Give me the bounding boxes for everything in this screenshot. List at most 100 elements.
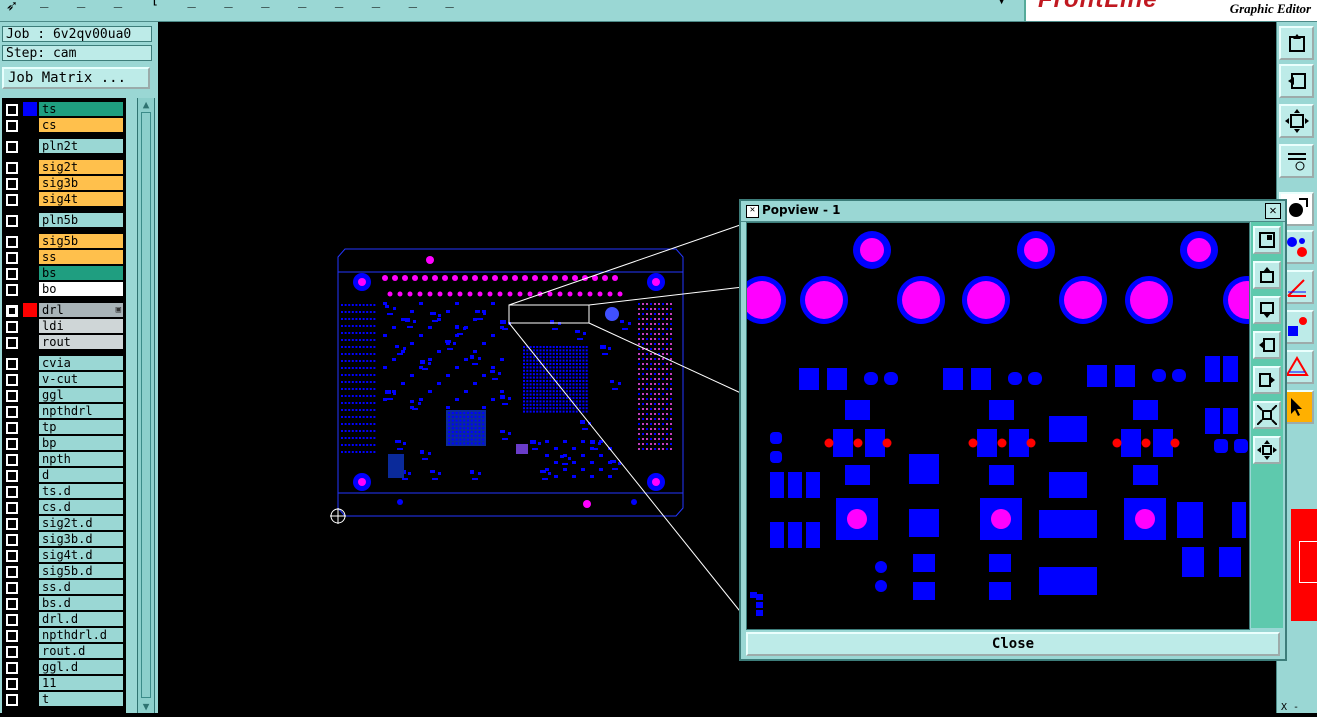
layer-name[interactable]: tp [39, 420, 123, 434]
layer-name[interactable]: cs.d [39, 500, 123, 514]
pointer-tool-icon[interactable]: ➶ [6, 0, 17, 17]
layer-row-bp[interactable]: bp [4, 435, 124, 451]
close-button[interactable]: Close [746, 632, 1280, 656]
layer-checkbox[interactable] [6, 268, 18, 280]
layer-checkbox[interactable] [6, 646, 18, 658]
layer-row-ss-d[interactable]: ss.d [4, 579, 124, 595]
layer-checkbox[interactable] [6, 284, 18, 296]
layer-checkbox[interactable] [6, 321, 18, 333]
layer-name[interactable]: ss.d [39, 580, 123, 594]
layer-name[interactable]: drl ▣ [39, 303, 123, 317]
layer-row-rout-d[interactable]: rout.d [4, 643, 124, 659]
layer-row-t[interactable]: t [4, 691, 124, 707]
zoom-home-button[interactable] [1279, 26, 1314, 60]
layer-checkbox[interactable] [6, 194, 18, 206]
popview-pan-left-button[interactable] [1253, 331, 1281, 359]
layer-row-11[interactable]: 11 [4, 675, 124, 691]
layer-name[interactable]: ggl [39, 388, 123, 402]
layer-checkbox[interactable] [6, 390, 18, 402]
layer-name[interactable]: pln2t [39, 139, 123, 153]
layer-color-swatch[interactable] [23, 102, 37, 116]
layer-row-sig5b-d[interactable]: sig5b.d [4, 563, 124, 579]
layer-row-rout[interactable]: rout [4, 334, 124, 350]
layer-checkbox[interactable] [6, 162, 18, 174]
layer-checkbox[interactable] [6, 374, 18, 386]
layer-name[interactable]: sig5b.d [39, 564, 123, 578]
layer-row-ss[interactable]: ss [4, 249, 124, 265]
window-menu-icon[interactable]: ✕ [746, 205, 759, 218]
layer-checkbox[interactable] [6, 614, 18, 626]
close-icon[interactable]: ✕ [1265, 203, 1281, 219]
layer-row-sig2t-d[interactable]: sig2t.d [4, 515, 124, 531]
layer-checkbox[interactable] [6, 422, 18, 434]
layer-checkbox[interactable] [6, 486, 18, 498]
layer-checkbox[interactable] [6, 406, 18, 418]
scroll-down-arrow-icon[interactable]: ▼ [140, 700, 152, 713]
layer-row-ldi[interactable]: ldi [4, 318, 124, 334]
layer-name[interactable]: npthdrl.d [39, 628, 123, 642]
popview-pan-up-button[interactable] [1253, 261, 1281, 289]
layer-list-scrollbar[interactable]: ▲ ▼ [137, 98, 155, 713]
layer-row-sig4t-d[interactable]: sig4t.d [4, 547, 124, 563]
layer-checkbox[interactable] [6, 534, 18, 546]
layer-checkbox[interactable] [6, 438, 18, 450]
layer-name[interactable]: ldi [39, 319, 123, 333]
layer-checkbox[interactable] [6, 141, 18, 153]
popview-zoom-out-button[interactable] [1253, 401, 1281, 429]
layer-row-npth[interactable]: npth [4, 451, 124, 467]
layer-color-swatch[interactable] [23, 303, 37, 317]
layer-row-ggl[interactable]: ggl [4, 387, 124, 403]
layer-checkbox[interactable] [6, 502, 18, 514]
layer-row-sig5b[interactable]: sig5b [4, 233, 124, 249]
layer-name[interactable]: 11 [39, 676, 123, 690]
layer-name[interactable]: v-cut [39, 372, 123, 386]
layer-name[interactable]: sig3b.d [39, 532, 123, 546]
layer-name[interactable]: cs [39, 118, 123, 132]
layer-checkbox[interactable] [6, 566, 18, 578]
zoomed-board-view[interactable] [747, 223, 1249, 629]
fit-view-button[interactable] [1279, 104, 1314, 138]
layer-name[interactable]: t [39, 692, 123, 706]
layer-name[interactable]: sig3b [39, 176, 123, 190]
layer-row-cvia[interactable]: cvia [4, 355, 124, 371]
layer-name[interactable]: ts [39, 102, 123, 116]
layer-checkbox[interactable] [6, 598, 18, 610]
layer-name[interactable]: bo [39, 282, 123, 296]
layer-checkbox[interactable] [6, 662, 18, 674]
measure-button[interactable] [1279, 144, 1314, 178]
layer-name[interactable]: ts.d [39, 484, 123, 498]
layer-checkbox[interactable] [6, 120, 18, 132]
layer-row-npthdrl-d[interactable]: npthdrl.d [4, 627, 124, 643]
layer-row-sig3b[interactable]: sig3b [4, 175, 124, 191]
layer-name[interactable]: bs.d [39, 596, 123, 610]
layer-row-drl[interactable]: drl ▣ [4, 302, 124, 318]
layer-name[interactable]: sig5b [39, 234, 123, 248]
layer-name[interactable]: cvia [39, 356, 123, 370]
zoom-back-button[interactable] [1279, 64, 1314, 98]
scroll-thumb[interactable] [141, 112, 151, 698]
chevron-down-icon[interactable]: ▾ [998, 0, 1005, 8]
layer-checkbox[interactable] [6, 454, 18, 466]
layer-checkbox[interactable] [6, 470, 18, 482]
layer-checkbox[interactable] [6, 518, 18, 530]
layer-name[interactable]: npth [39, 452, 123, 466]
layer-row-ts[interactable]: ts [4, 101, 124, 117]
popview-canvas[interactable] [746, 222, 1250, 630]
layer-checkbox[interactable] [6, 215, 18, 227]
layer-row-v-cut[interactable]: v-cut [4, 371, 124, 387]
layer-checkbox[interactable] [6, 582, 18, 594]
layer-row-tp[interactable]: tp [4, 419, 124, 435]
layer-checkbox[interactable] [6, 630, 18, 642]
popview-fit-button[interactable] [1253, 436, 1281, 464]
layer-name[interactable]: drl.d [39, 612, 123, 626]
layer-row-bo[interactable]: bo [4, 281, 124, 297]
layer-name[interactable]: sig4t.d [39, 548, 123, 562]
layer-checkbox[interactable] [6, 678, 18, 690]
layer-row-sig4t[interactable]: sig4t [4, 191, 124, 207]
layer-name[interactable]: rout.d [39, 644, 123, 658]
layer-name[interactable]: sig2t [39, 160, 123, 174]
layer-name[interactable]: rout [39, 335, 123, 349]
layer-row-ts-d[interactable]: ts.d [4, 483, 124, 499]
layer-checkbox[interactable] [6, 337, 18, 349]
layer-checkbox[interactable] [6, 550, 18, 562]
